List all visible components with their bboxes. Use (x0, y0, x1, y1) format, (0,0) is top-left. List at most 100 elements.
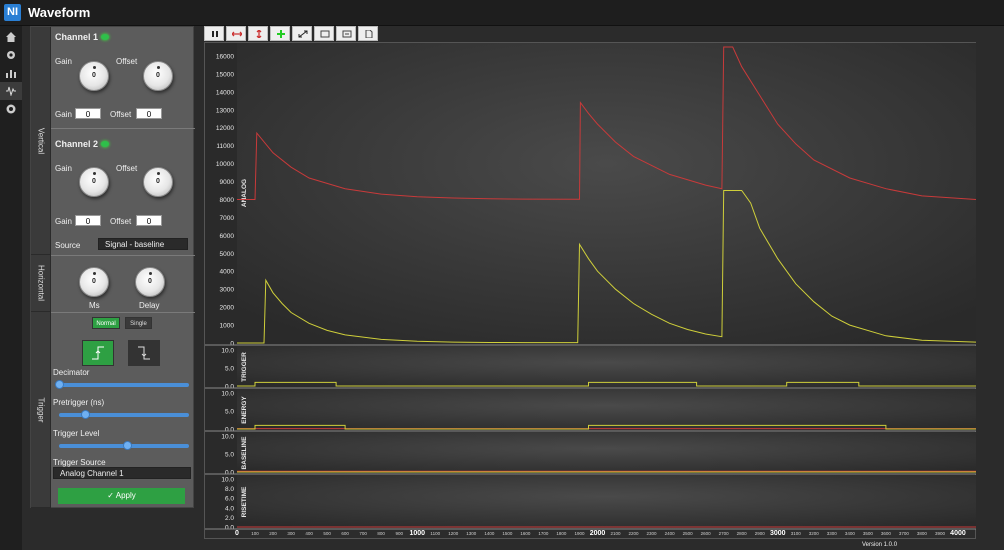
x-tick-label-minor: 100 (251, 531, 259, 536)
version-label: Version 1.0.0 (862, 542, 898, 548)
nav-home[interactable] (0, 28, 22, 46)
trigger-source-select[interactable]: Analog Channel 1 (53, 467, 191, 479)
export-button[interactable] (336, 26, 356, 41)
decimator-slider[interactable] (55, 380, 189, 389)
y-tick-label: 1000 (220, 323, 235, 330)
x-tick-label-minor: 3700 (899, 531, 910, 536)
trigger-level-slider[interactable] (59, 441, 189, 450)
bar-chart-icon (6, 70, 16, 78)
channel2-offset-input[interactable]: 0 (136, 215, 162, 226)
y-tick-label: 15000 (216, 71, 234, 78)
nav-settings[interactable] (0, 46, 22, 64)
normal-mode-button[interactable]: Normal (92, 317, 120, 329)
y-tick-label: 16000 (216, 53, 234, 60)
channel1-gain-field-label: Gain (55, 110, 72, 119)
y-tick-label: 5.0 (225, 452, 234, 459)
decimator-label: Decimator (53, 368, 90, 377)
ni-logo: NI (4, 4, 21, 21)
waveform-icon (6, 86, 16, 96)
section-divider (51, 312, 195, 313)
y-tick-label: 10000 (216, 161, 234, 168)
x-tick-label-minor: 1300 (466, 531, 477, 536)
channel2-title: Channel 2 (55, 139, 99, 149)
panel-energy-background (237, 389, 976, 431)
channel2-offset-knob[interactable]: 0 (143, 167, 173, 197)
tab-trigger[interactable]: Trigger (31, 312, 51, 508)
single-mode-button[interactable]: Single (125, 317, 152, 329)
x-tick-label-minor: 3500 (863, 531, 874, 536)
channel1-offset-label: Offset (116, 57, 138, 66)
channel2-gain-input[interactable]: 0 (75, 215, 101, 226)
channel2-gain-field-label: Gain (55, 217, 72, 226)
falling-edge-button[interactable] (128, 340, 160, 366)
save-icon (320, 30, 330, 38)
y-tick-label: 6.0 (225, 496, 234, 503)
x-tick-label-minor: 2100 (611, 531, 622, 536)
channel2-gain-label: Gain (55, 164, 72, 173)
y-tick-label: 8000 (220, 197, 235, 204)
panel-label-energy: ENERGY (241, 396, 248, 424)
decimator-slider-thumb[interactable] (55, 380, 64, 389)
y-tick-label: 11000 (216, 143, 234, 150)
panel-risetime-background (237, 475, 976, 529)
x-tick-label-major: 3000 (770, 530, 786, 537)
save-button[interactable] (314, 26, 334, 41)
file-button[interactable] (358, 26, 378, 41)
ms-knob[interactable]: 0 (79, 267, 109, 297)
waveform-plot-area[interactable]: 0 1000 2000 3000 4000 5000 6000 7000 8000 9000 100… (204, 42, 977, 540)
tab-vertical[interactable]: Vertical (31, 27, 51, 255)
y-tick-label: 9000 (220, 179, 235, 186)
waveform-chart[interactable]: 0 1000 2000 3000 4000 5000 6000 7000 8000 9000 100… (205, 43, 977, 540)
apply-button[interactable]: ✓ Apply (58, 488, 185, 504)
pause-icon (212, 31, 218, 37)
autoscale-button[interactable] (292, 26, 312, 41)
x-tick-label-minor: 3400 (845, 531, 856, 536)
zoom-x-button[interactable] (226, 26, 246, 41)
y-tick-label: 12000 (216, 125, 234, 132)
x-tick-label-minor: 3600 (881, 531, 892, 536)
channel1-gain-knob[interactable]: 0 (79, 61, 109, 91)
channel1-offset-knob[interactable]: 0 (143, 61, 173, 91)
export-icon (342, 30, 352, 38)
pretrigger-slider[interactable] (59, 410, 189, 419)
nav-stats[interactable] (0, 64, 22, 82)
nav-waveform[interactable] (0, 82, 22, 100)
tab-horizontal[interactable]: Horizontal (31, 255, 51, 312)
y-tick-label: 2000 (220, 305, 235, 312)
x-tick-label-minor: 2300 (647, 531, 658, 536)
source-select[interactable]: Signal - baseline (98, 238, 188, 250)
autoscale-icon (298, 30, 308, 38)
x-tick-label-minor: 2700 (719, 531, 730, 536)
channel2-offset-label: Offset (116, 164, 138, 173)
section-divider (51, 255, 195, 256)
y-tick-label: 7000 (220, 215, 235, 222)
rising-edge-button[interactable] (82, 340, 114, 366)
control-panel: Vertical Horizontal Trigger Channel 1 Ga… (30, 26, 195, 508)
channel1-offset-field-label: Offset (110, 110, 132, 119)
x-tick-label-minor: 1400 (484, 531, 495, 536)
x-tick-label-minor: 800 (377, 531, 385, 536)
app-window: NI Waveform Vertical Horizontal Trigger … (0, 0, 1004, 550)
x-tick-label-minor: 700 (359, 531, 367, 536)
pretrigger-slider-thumb[interactable] (81, 410, 90, 419)
pause-button[interactable] (204, 26, 224, 41)
x-tick-label-minor: 2400 (665, 531, 676, 536)
panel-label-trigger: TRIGGER (241, 352, 248, 382)
file-icon (365, 30, 373, 38)
panel-baseline-background (237, 432, 976, 474)
y-tick-label: 2.0 (225, 515, 234, 522)
y-tick-label: 14000 (216, 89, 234, 96)
channel1-gain-input[interactable]: 0 (75, 108, 101, 119)
y-tick-label: 5.0 (225, 366, 234, 373)
settings-icon (6, 104, 16, 114)
delay-knob[interactable]: 0 (135, 267, 165, 297)
pan-icon (277, 30, 285, 38)
channel1-offset-input[interactable]: 0 (136, 108, 162, 119)
trigger-level-slider-thumb[interactable] (122, 441, 132, 450)
pan-button[interactable] (270, 26, 290, 41)
channel2-gain-knob[interactable]: 0 (79, 167, 109, 197)
y-tick-label: 3000 (220, 287, 235, 294)
zoom-y-button[interactable] (248, 26, 268, 41)
nav-options[interactable] (0, 100, 22, 118)
x-tick-label-minor: 2900 (755, 531, 766, 536)
